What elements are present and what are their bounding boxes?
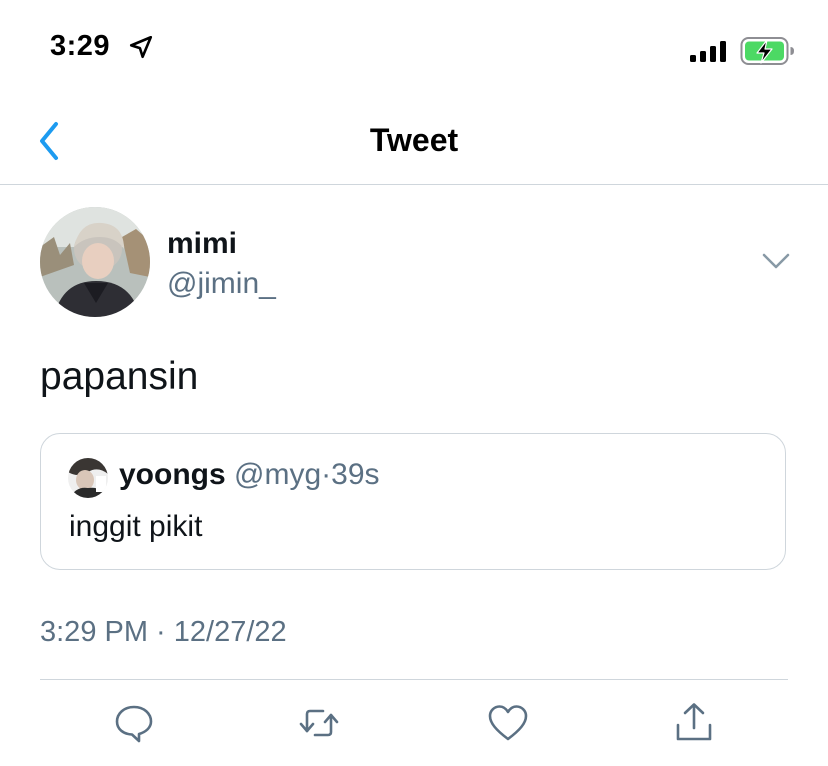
author-avatar[interactable] bbox=[40, 207, 150, 317]
quote-author-name: yoongs bbox=[119, 458, 226, 491]
status-bar: 3:29 bbox=[0, 0, 828, 100]
like-icon[interactable] bbox=[486, 701, 530, 745]
cellular-signal-icon bbox=[690, 41, 726, 62]
location-arrow-icon bbox=[129, 35, 153, 59]
page-title: Tweet bbox=[369, 122, 459, 158]
tweet-timestamp: 3:29 PM · 12/27/22 bbox=[40, 616, 287, 648]
quote-text: inggit pikit bbox=[69, 510, 203, 543]
quote-avatar bbox=[68, 458, 108, 498]
status-time: 3:29 bbox=[50, 30, 111, 62]
tweet-text: papansin bbox=[40, 355, 199, 398]
divider bbox=[40, 679, 788, 680]
chevron-down-icon[interactable] bbox=[760, 249, 792, 273]
nav-bar: Tweet bbox=[0, 100, 828, 185]
author-name[interactable]: mimi bbox=[167, 227, 237, 261]
tweet-author: mimi @jimin_ bbox=[40, 207, 800, 319]
quote-separator: · bbox=[321, 458, 332, 491]
author-handle[interactable]: @jimin_ bbox=[167, 267, 276, 301]
battery-charging-icon bbox=[740, 37, 794, 65]
reply-icon[interactable] bbox=[112, 701, 156, 745]
quote-author-handle: @myg bbox=[234, 458, 322, 491]
quoted-tweet-card[interactable]: yoongs @myg·39s inggit pikit bbox=[40, 433, 786, 570]
quote-time: 39s bbox=[331, 458, 380, 491]
retweet-icon[interactable] bbox=[297, 701, 341, 745]
quote-header: yoongs @myg·39s bbox=[119, 458, 380, 492]
share-icon[interactable] bbox=[672, 701, 716, 745]
